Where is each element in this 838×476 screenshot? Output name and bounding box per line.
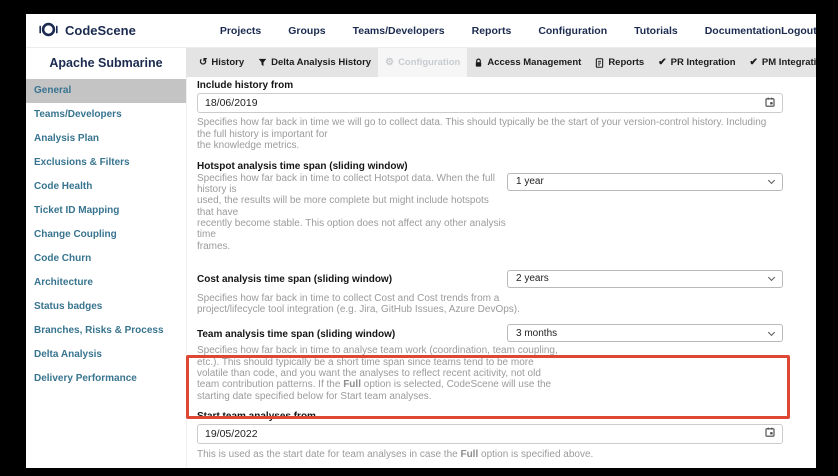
sidebar: General Teams/Developers Analysis Plan E… — [26, 77, 186, 468]
start-team-analyses-date-input[interactable]: 19/05/2022 — [197, 424, 783, 444]
sidebar-item-teams-developers[interactable]: Teams/Developers — [26, 103, 186, 127]
nav-links: Projects Groups Teams/Developers Reports… — [220, 25, 781, 37]
cost-timespan-label: Cost analysis time span (sliding window) — [197, 272, 392, 285]
check-icon: ✔ — [750, 58, 758, 68]
start-team-analyses-date-value: 19/05/2022 — [205, 428, 258, 440]
nav-item-reports[interactable]: Reports — [472, 25, 512, 37]
tab-history[interactable]: ↺ History — [192, 48, 251, 77]
chevron-down-icon — [768, 177, 775, 184]
sidebar-item-code-churn[interactable]: Code Churn — [26, 247, 186, 271]
brand-name: CodeScene — [65, 23, 136, 38]
project-title: Apache Submarine — [26, 48, 186, 77]
team-timespan-select[interactable]: 3 months — [507, 324, 783, 342]
cost-timespan-select[interactable]: 2 years — [507, 270, 783, 288]
sidebar-item-branches-risks-process[interactable]: Branches, Risks & Process — [26, 319, 186, 343]
sidebar-item-general[interactable]: General — [26, 79, 186, 103]
body-row: General Teams/Developers Analysis Plan E… — [26, 77, 816, 468]
sidebar-item-status-badges[interactable]: Status badges — [26, 295, 186, 319]
calendar-icon[interactable] — [765, 97, 775, 110]
calendar-icon[interactable] — [765, 427, 775, 440]
tab-row: Apache Submarine ↺ History Delta Analysi… — [26, 48, 816, 77]
sidebar-item-ticket-id-mapping[interactable]: Ticket ID Mapping — [26, 199, 186, 223]
nav-item-tutorials[interactable]: Tutorials — [634, 25, 678, 37]
codescene-logo[interactable]: CodeScene — [38, 21, 136, 41]
start-team-analyses-help: This is used as the start date for team … — [197, 449, 783, 461]
sidebar-item-delivery-performance[interactable]: Delivery Performance — [26, 367, 186, 391]
include-history-date-value: 18/06/2019 — [205, 97, 258, 109]
hotspot-timespan-select[interactable]: 1 year — [507, 173, 783, 191]
cost-timespan-desc: Specifies how far back in time to collec… — [197, 293, 783, 316]
nav-item-groups[interactable]: Groups — [288, 25, 325, 37]
sidebar-item-code-health[interactable]: Code Health — [26, 175, 186, 199]
include-history-help: Specifies how far back in time we will g… — [197, 117, 783, 152]
sidebar-item-delta-analysis[interactable]: Delta Analysis — [26, 343, 186, 367]
tab-pm-integration[interactable]: ✔ PM Integration — [743, 48, 816, 77]
tab-pr-integration[interactable]: ✔ PR Integration — [651, 48, 742, 77]
report-icon — [595, 58, 604, 68]
top-navbar: CodeScene Projects Groups Teams/Develope… — [26, 14, 816, 48]
nav-item-teams-developers[interactable]: Teams/Developers — [353, 25, 445, 37]
tab-delta-analysis-history[interactable]: Delta Analysis History — [251, 48, 378, 77]
full-option-keyword: Full — [343, 379, 361, 390]
app-window: CodeScene Projects Groups Teams/Develope… — [26, 14, 816, 468]
gear-icon: ⚙ — [385, 58, 394, 68]
team-timespan-label: Team analysis time span (sliding window) — [197, 327, 395, 340]
sidebar-item-change-coupling[interactable]: Change Coupling — [26, 223, 186, 247]
sidebar-item-architecture[interactable]: Architecture — [26, 271, 186, 295]
nav-item-configuration[interactable]: Configuration — [538, 25, 607, 37]
cost-timespan-value: 2 years — [516, 273, 549, 284]
sidebar-item-analysis-plan[interactable]: Analysis Plan — [26, 127, 186, 151]
include-history-label: Include history from — [197, 80, 783, 91]
tab-access-management[interactable]: Access Management — [467, 48, 588, 77]
start-team-analyses-label: Start team analyses from — [197, 411, 783, 422]
team-timespan-value: 3 months — [516, 328, 557, 339]
codescene-logo-icon — [38, 21, 59, 41]
tab-reports[interactable]: Reports — [588, 48, 651, 77]
chevron-down-icon — [768, 329, 775, 336]
hotspot-timespan-value: 1 year — [516, 176, 544, 187]
check-icon: ✔ — [658, 58, 666, 68]
nav-item-documentation[interactable]: Documentation — [705, 25, 781, 37]
filter-icon — [258, 58, 267, 67]
main-content: Include history from 18/06/2019 Specifie… — [186, 77, 816, 468]
logout-link[interactable]: Logout — [781, 25, 816, 37]
team-timespan-desc: Specifies how far back in time to analys… — [197, 345, 783, 401]
full-option-keyword: Full — [460, 449, 478, 460]
include-history-date-input[interactable]: 18/06/2019 — [197, 93, 783, 113]
tab-configuration[interactable]: ⚙ Configuration — [378, 48, 467, 77]
history-icon: ↺ — [199, 58, 207, 68]
nav-item-projects[interactable]: Projects — [220, 25, 261, 37]
project-tabs: ↺ History Delta Analysis History ⚙ Confi… — [186, 48, 816, 77]
chevron-down-icon — [768, 274, 775, 281]
lock-icon — [474, 58, 483, 68]
sidebar-item-exclusions-filters[interactable]: Exclusions & Filters — [26, 151, 186, 175]
hotspot-timespan-desc: Specifies how far back in time to collec… — [197, 173, 507, 252]
hotspot-timespan-label: Hotspot analysis time span (sliding wind… — [197, 161, 783, 172]
